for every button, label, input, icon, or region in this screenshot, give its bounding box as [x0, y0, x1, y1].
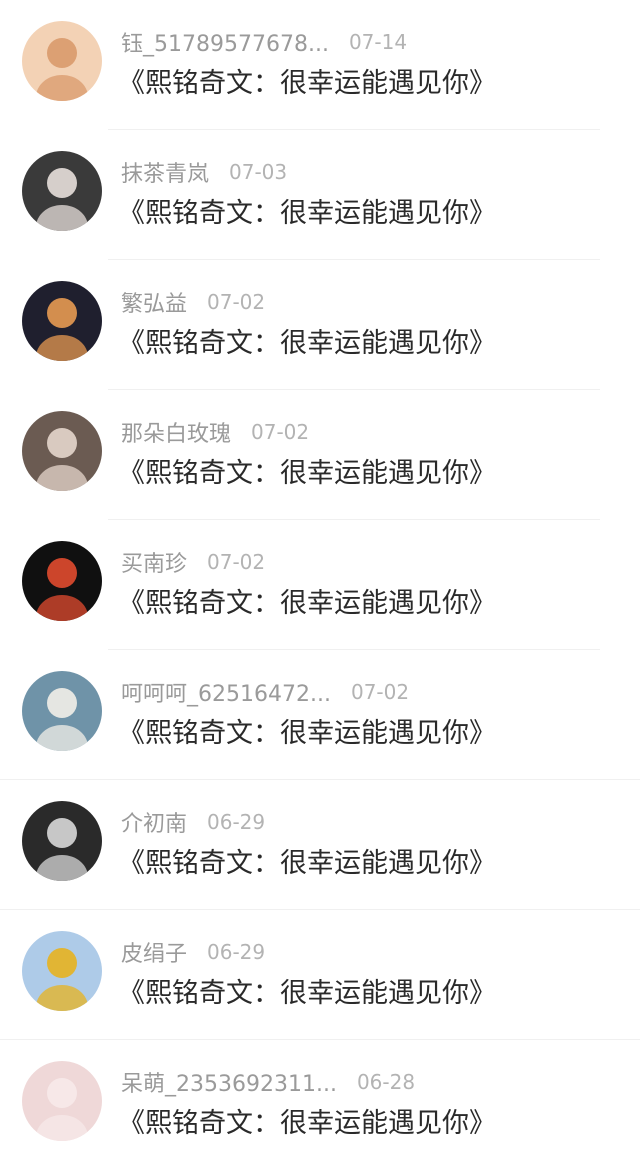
- comment-row[interactable]: 钰_51789577678... 07-14 《熙铭奇文：很幸运能遇见你》: [0, 0, 640, 130]
- comment-row[interactable]: 繁弘益 07-02 《熙铭奇文：很幸运能遇见你》: [0, 260, 640, 390]
- comment-date: 07-02: [350, 680, 410, 704]
- girl-dark-outfit-avatar[interactable]: [22, 151, 102, 231]
- comment-date: 07-14: [348, 30, 408, 54]
- comment-row[interactable]: 呆萌_2353692311... 06-28 《熙铭奇文：很幸运能遇见你》: [0, 1040, 640, 1162]
- book-title[interactable]: 《熙铭奇文：很幸运能遇见你》: [118, 841, 496, 880]
- book-title[interactable]: 《熙铭奇文：很幸运能遇见你》: [118, 191, 496, 230]
- book-title[interactable]: 《熙铭奇文：很幸运能遇见你》: [118, 1101, 496, 1140]
- book-title[interactable]: 《熙铭奇文：很幸运能遇见你》: [118, 581, 496, 620]
- username[interactable]: 那朵白玫瑰: [121, 416, 231, 448]
- comment-meta: 买南珍 07-02: [121, 546, 265, 578]
- book-title[interactable]: 《熙铭奇文：很幸运能遇见你》: [118, 971, 496, 1010]
- comment-row[interactable]: 皮绢子 06-29 《熙铭奇文：很幸运能遇见你》: [0, 910, 640, 1040]
- comment-list: 钰_51789577678... 07-14 《熙铭奇文：很幸运能遇见你》 抹茶青岚 0…: [0, 0, 640, 1162]
- comment-date: 06-28: [356, 1070, 416, 1094]
- comment-date: 06-29: [207, 810, 266, 834]
- username[interactable]: 抹茶青岚: [121, 156, 209, 188]
- comment-meta: 皮绢子 06-29: [121, 936, 265, 968]
- comment-date: 07-02: [207, 550, 266, 574]
- username[interactable]: 皮绢子: [121, 936, 187, 968]
- comment-date: 07-03: [229, 160, 288, 184]
- comment-meta: 抹茶青岚 07-03: [121, 156, 287, 188]
- glowing-hands-avatar[interactable]: [22, 281, 102, 361]
- comment-meta: 繁弘益 07-02: [121, 286, 265, 318]
- comment-row[interactable]: 介初南 06-29 《熙铭奇文：很幸运能遇见你》: [0, 780, 640, 910]
- two-girls-vintage-avatar[interactable]: [22, 411, 102, 491]
- girl-at-sea-avatar[interactable]: [22, 671, 102, 751]
- flower-field-girl-avatar[interactable]: [22, 931, 102, 1011]
- comment-meta: 呆萌_2353692311... 06-28: [121, 1066, 415, 1098]
- username[interactable]: 呵呵呵_62516472...: [121, 676, 331, 708]
- bw-portrait-avatar[interactable]: [22, 801, 102, 881]
- comment-date: 07-02: [207, 290, 266, 314]
- comment-row[interactable]: 买南珍 07-02 《熙铭奇文：很幸运能遇见你》: [0, 520, 640, 650]
- comment-date: 06-29: [207, 940, 266, 964]
- comment-meta: 介初南 06-29: [121, 806, 265, 838]
- username[interactable]: 钰_51789577678...: [121, 26, 329, 58]
- username[interactable]: 买南珍: [121, 546, 187, 578]
- comment-row[interactable]: 那朵白玫瑰 07-02 《熙铭奇文：很幸运能遇见你》: [0, 390, 640, 520]
- comment-row[interactable]: 呵呵呵_62516472... 07-02 《熙铭奇文：很幸运能遇见你》: [0, 650, 640, 780]
- pink-hair-girl-avatar[interactable]: [22, 1061, 102, 1141]
- username[interactable]: 繁弘益: [121, 286, 187, 318]
- username[interactable]: 呆萌_2353692311...: [121, 1066, 337, 1098]
- book-title[interactable]: 《熙铭奇文：很幸运能遇见你》: [118, 711, 496, 750]
- comment-row[interactable]: 抹茶青岚 07-03 《熙铭奇文：很幸运能遇见你》: [0, 130, 640, 260]
- book-title[interactable]: 《熙铭奇文：很幸运能遇见你》: [118, 61, 496, 100]
- comment-meta: 那朵白玫瑰 07-02: [121, 416, 309, 448]
- cartoon-boy-avatar[interactable]: [22, 21, 102, 101]
- book-title[interactable]: 《熙铭奇文：很幸运能遇见你》: [118, 451, 496, 490]
- red-flower-fruit-avatar[interactable]: [22, 541, 102, 621]
- book-title[interactable]: 《熙铭奇文：很幸运能遇见你》: [118, 321, 496, 360]
- comment-meta: 钰_51789577678... 07-14: [121, 26, 407, 58]
- comment-date: 07-02: [251, 420, 310, 444]
- comment-meta: 呵呵呵_62516472... 07-02: [121, 676, 409, 708]
- username[interactable]: 介初南: [121, 806, 187, 838]
